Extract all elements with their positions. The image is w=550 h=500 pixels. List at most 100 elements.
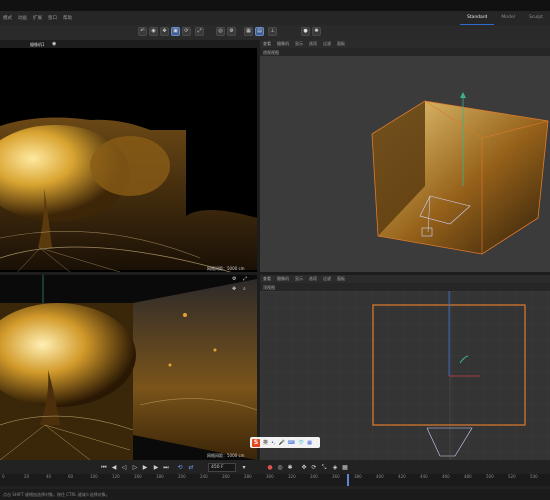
rotate-key-icon[interactable]: ⟳ [310, 464, 318, 472]
ruler-tick: 300 [266, 474, 274, 479]
undo-icon[interactable]: ↶ [138, 27, 147, 36]
ruler-tick: 200 [178, 474, 186, 479]
viewport-3d[interactable]: 查看 摄像机 显示 选项 过滤 面板 透视视图 [260, 40, 550, 272]
ruler-tick: 540 [530, 474, 538, 479]
menu-filter-2[interactable]: 过滤 [320, 276, 334, 282]
menu-panel[interactable]: 面板 [334, 41, 348, 47]
ruler-tick: 320 [288, 474, 296, 479]
menu-view[interactable]: 查看 [260, 41, 274, 47]
menu-camera-2[interactable]: 摄像机 [274, 276, 292, 282]
viewport-top-titlebar: 顶视图 [260, 283, 550, 291]
status-bar: 点击 SHIFT 键增加选择对象。按住 CTRL 键减少选择对象。 [0, 489, 550, 500]
sound-icon[interactable]: ⇄ [187, 464, 195, 472]
camera-icon[interactable]: ◉ [149, 27, 158, 36]
next-frame-icon[interactable]: ▶ [141, 464, 149, 472]
tab-standard[interactable]: Standard [459, 11, 495, 25]
scene-render-perspective [0, 48, 257, 272]
playhead[interactable] [347, 474, 349, 486]
pan-icon[interactable]: ✥ [232, 286, 236, 292]
ime-toolbar[interactable]: S 英 •, 🎤 ⌨ 👕 ▦ [250, 437, 320, 448]
light-icon[interactable]: ✺ [312, 27, 321, 36]
toggle-icon[interactable]: ⚙ [232, 276, 236, 282]
zoom-icon[interactable]: ⌕ [243, 286, 246, 292]
sphere-icon[interactable]: ● [301, 27, 310, 36]
menu-item-mode[interactable]: 模式 [0, 15, 15, 21]
rotate-icon[interactable]: ⟳ [182, 27, 191, 36]
ruler-tick: 340 [310, 474, 318, 479]
layout-tabs: Standard Model Sculpt [459, 11, 550, 25]
menu-view-2[interactable]: 查看 [260, 276, 274, 282]
viewport-3d-titlebar: 透视视图 [260, 48, 550, 56]
viewport-top[interactable]: 查看 摄像机 显示 选项 过滤 面板 顶视图 [260, 275, 550, 460]
prev-key-icon[interactable]: ◀ [110, 464, 118, 472]
menu-options-2[interactable]: 选项 [306, 276, 320, 282]
ruler-tick: 280 [244, 474, 252, 479]
frame-options-icon[interactable]: ▾ [240, 464, 248, 472]
menu-item-extensions[interactable]: 扩展 [30, 15, 45, 21]
record-settings-icon[interactable]: ◎ [276, 464, 284, 472]
ruler-tick: 20 [24, 474, 30, 479]
menu-item-window[interactable]: 窗口 [45, 15, 60, 21]
scale-key-icon[interactable]: ⤡ [320, 464, 328, 472]
record-icon[interactable]: ● [266, 464, 274, 472]
ruler-tick: 480 [464, 474, 472, 479]
next-key-icon[interactable]: ▶ [152, 464, 160, 472]
move-key-icon[interactable]: ✥ [300, 464, 308, 472]
viewport-camera-render[interactable]: ⚙ ⤢ ✥ ⌕ 网格间距：5000 cm [0, 275, 257, 460]
ruler-tick: 360 [332, 474, 340, 479]
settings-icon[interactable]: ⚙ [227, 27, 236, 36]
ruler-tick: 500 [486, 474, 494, 479]
grid-icon[interactable]: ▦ [244, 27, 253, 36]
tab-sculpt[interactable]: Sculpt [522, 11, 550, 25]
axis-icon[interactable]: ⊥ [268, 27, 277, 36]
viewport-perspective[interactable]: 摄像机1 ◉ 网格间距：5000 cm [0, 40, 257, 272]
sogou-logo-icon: S [252, 438, 260, 447]
viewport-perspective-header: 摄像机1 ◉ [0, 40, 257, 48]
scene-3d-box [371, 92, 549, 255]
move-icon[interactable]: ✥ [160, 27, 169, 36]
tab-model[interactable]: Model [494, 11, 522, 25]
ruler-tick: 160 [134, 474, 142, 479]
menu-panel-2[interactable]: 面板 [334, 276, 348, 282]
expand-icon[interactable]: ⤢ [243, 276, 247, 282]
viewport-top-menu: 查看 摄像机 显示 选项 过滤 面板 [260, 275, 550, 283]
punctuation-icon[interactable]: •, [271, 440, 276, 446]
keyboard-icon[interactable]: ⌨ [288, 440, 295, 446]
mic-icon[interactable]: 🎤 [279, 440, 285, 446]
play-icon[interactable]: ▷ [131, 464, 139, 472]
grid-key-icon[interactable]: ▦ [341, 464, 349, 472]
snap-icon[interactable]: ▤ [255, 27, 264, 36]
menu-camera[interactable]: 摄像机 [274, 41, 292, 47]
menu-filter[interactable]: 过滤 [320, 41, 334, 47]
select-icon[interactable]: ▣ [171, 27, 180, 36]
title-bar [0, 0, 550, 11]
current-frame-field[interactable]: 450 F [208, 463, 236, 472]
ruler-tick: 240 [200, 474, 208, 479]
last-frame-icon[interactable]: ⏭ [162, 464, 170, 472]
viewport-3d-menu: 查看 摄像机 显示 选项 过滤 面板 [260, 40, 550, 48]
menu-display[interactable]: 显示 [292, 41, 306, 47]
param-key-icon[interactable]: ◈ [331, 464, 339, 472]
first-frame-icon[interactable]: ⏮ [100, 464, 108, 472]
ruler-tick: 260 [222, 474, 230, 479]
grid-apps-icon[interactable]: ▦ [307, 440, 312, 446]
eye-icon[interactable]: ◉ [52, 41, 56, 47]
scene-render-bottom [0, 275, 257, 460]
scale-icon[interactable]: ⤢ [195, 27, 204, 36]
ime-mode-label[interactable]: 英 [263, 439, 268, 446]
ruler-tick: 0 [2, 474, 5, 479]
menu-item-animate[interactable]: 动画 [15, 15, 30, 21]
menu-item-help[interactable]: 帮助 [60, 15, 75, 21]
menu-options[interactable]: 选项 [306, 41, 320, 47]
ruler-tick: 120 [112, 474, 120, 479]
ruler-tick: 460 [442, 474, 450, 479]
shirt-icon[interactable]: 👕 [298, 440, 304, 446]
loop-icon[interactable]: ⟲ [176, 464, 184, 472]
render-icon[interactable]: ◎ [216, 27, 225, 36]
menu-display-2[interactable]: 显示 [292, 276, 306, 282]
ruler-tick: 520 [508, 474, 516, 479]
ruler-tick: 420 [398, 474, 406, 479]
autokey-icon[interactable]: ✱ [286, 464, 294, 472]
grid-spacing-label-bottom: 网格间距：5000 cm [207, 453, 245, 458]
prev-frame-icon[interactable]: ◁ [120, 464, 128, 472]
